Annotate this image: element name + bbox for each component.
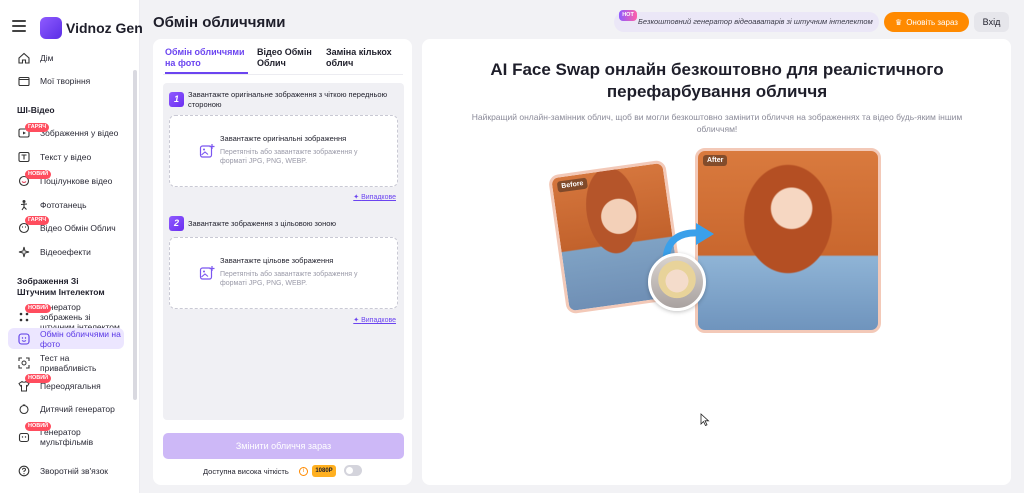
tab-multiple-face-swap[interactable]: Заміна кількох облич: [326, 47, 398, 69]
upgrade-label: Оновіть зараз: [906, 17, 958, 27]
upload-image-icon: [199, 266, 215, 280]
login-button[interactable]: Вхід: [974, 12, 1009, 32]
sidebar-item-label: Відеоефекти: [40, 247, 91, 257]
swap-face-button[interactable]: Змінити обличчя зараз: [163, 433, 404, 459]
home-icon: [17, 51, 31, 65]
sidebar-item-text-to-video[interactable]: Текст у відео: [8, 146, 124, 168]
sparkle-icon: [17, 245, 31, 259]
sidebar-item-photo-face-swap[interactable]: Обмін обличчями на фото: [8, 328, 124, 349]
step-1-title: Завантажте оригінальне зображення з чітк…: [188, 90, 388, 109]
target-image-dropzone[interactable]: Завантажте цільове зображення Перетягніт…: [169, 237, 398, 309]
sidebar-item-baby-generator[interactable]: Дитячий генератор: [8, 398, 124, 420]
step-2-number: 2: [169, 216, 184, 231]
crown-icon: ♛: [895, 17, 903, 27]
source-face-thumbnail: [648, 253, 706, 311]
mouse-cursor-icon: [700, 413, 710, 426]
sidebar-item-label: Зворотній зв'язок: [40, 466, 109, 476]
text-video-icon: [17, 150, 31, 164]
sidebar-item-attractiveness-test[interactable]: Тест на привабливість: [8, 352, 124, 374]
magic-wand-icon: ✦: [353, 317, 362, 324]
tab-divider: [163, 74, 403, 75]
active-tab-indicator: [165, 72, 248, 74]
sidebar-item-label: Тест на привабливість: [40, 353, 97, 373]
upgrade-button[interactable]: ♛ Оновіть зараз: [884, 12, 969, 32]
new-badge: НОВИЙ: [25, 374, 52, 383]
hot-tag: HOT: [619, 10, 637, 21]
random-example-link[interactable]: ✦ Випадкове: [353, 316, 396, 324]
hd-badge: 1080P: [312, 465, 336, 477]
new-badge: НОВИЙ: [25, 304, 52, 313]
sidebar-item-label: Зображення у відео: [40, 128, 119, 138]
new-badge: НОВИЙ: [25, 170, 52, 179]
sidebar-section-image: Зображення Зі Штучним Інтелектом: [17, 276, 105, 297]
promo-banner[interactable]: HOT Безкоштовний генератор відеоаватарів…: [614, 10, 879, 32]
step-1-number: 1: [169, 92, 184, 107]
after-label: After: [703, 155, 728, 166]
page-title: Обмін обличчями: [153, 14, 286, 31]
sidebar-item-label: Відео Обмін Облич: [40, 223, 116, 233]
random-example-link[interactable]: ✦ Випадкове: [353, 193, 396, 201]
step-2-title: Завантажте зображення з цільовою зоною: [188, 219, 337, 228]
cartoon-icon: [17, 430, 31, 444]
hot-badge: ГАРЯЧ: [25, 216, 50, 225]
info-icon[interactable]: i: [299, 467, 308, 476]
promo-text: Безкоштовний генератор відеоаватарів зі …: [638, 17, 873, 26]
baby-icon: [17, 402, 31, 416]
face-swap-icon: [17, 332, 31, 346]
sidebar-item-label: Фототанець: [40, 200, 87, 210]
sidebar-item-photo-dance[interactable]: Фототанець: [8, 194, 124, 216]
dropzone-description: Перетягніть або завантажте зображення у …: [220, 271, 358, 287]
random-example-label: Випадкове: [361, 317, 396, 324]
tab-photo-face-swap[interactable]: Обмін обличчями на фото: [165, 47, 250, 69]
hero-title: AI Face Swap онлайн безкоштовно для реал…: [490, 60, 944, 101]
dropzone-title: Завантажте оригінальні зображення: [220, 134, 347, 143]
dropzone-title: Завантажте цільове зображення: [220, 256, 334, 265]
hero-panel: AI Face Swap онлайн безкоштовно для реал…: [422, 39, 1011, 485]
dropzone-description: Перетягніть або завантажте зображення у …: [220, 149, 358, 165]
sidebar-item-label: Поцілункове відео: [40, 176, 113, 186]
hq-label: Доступна висока чіткість: [203, 467, 289, 476]
face-swap-panel: Обмін обличчями на фото Відео Обмін Обли…: [153, 39, 412, 485]
upload-image-icon: [199, 144, 215, 158]
after-image: After: [695, 148, 881, 333]
menu-icon[interactable]: [12, 20, 26, 32]
sidebar-item-label: Переодягальня: [40, 381, 101, 391]
hot-badge: ГАРЯЧ: [25, 123, 50, 132]
new-badge: НОВИЙ: [25, 422, 52, 431]
sidebar-section-video: ШІ-Відео: [17, 105, 55, 115]
tab-video-face-swap[interactable]: Відео Обмін Облич: [257, 47, 319, 69]
hd-toggle[interactable]: [344, 465, 362, 476]
before-label: Before: [556, 177, 589, 193]
help-icon: [17, 464, 31, 478]
dance-icon: [17, 198, 31, 212]
sidebar-item-label: Генератор мультфільмів: [40, 427, 94, 447]
original-image-dropzone[interactable]: Завантажте оригінальні зображення Перетя…: [169, 115, 398, 187]
magic-wand-icon: ✦: [353, 194, 362, 201]
sidebar-item-label: Дім: [40, 53, 54, 63]
sidebar-item-feedback[interactable]: Зворотній зв'язок: [8, 460, 124, 482]
folder-icon: [17, 74, 31, 88]
sidebar-item-label: Обмін обличчями на фото: [40, 328, 121, 349]
logo-text[interactable]: Vidnoz Gen: [66, 20, 143, 36]
sidebar-item-video-effects[interactable]: Відеоефекти: [8, 241, 124, 263]
upload-form: 1 Завантажте оригінальне зображення з чі…: [163, 83, 404, 420]
sidebar-scrollbar[interactable]: [133, 70, 137, 400]
random-example-label: Випадкове: [361, 194, 396, 201]
sidebar: Vidnoz Gen Дім Мої творіння ШІ-Відео Зоб…: [0, 0, 143, 493]
sidebar-item-label: Дитячий генератор: [40, 404, 115, 414]
sidebar-item-label: Мої творіння: [40, 76, 91, 86]
scan-face-icon: [17, 356, 31, 370]
sidebar-item-my-creations[interactable]: Мої творіння: [8, 70, 124, 92]
vidnoz-logo-icon[interactable]: [40, 17, 62, 39]
sidebar-item-home[interactable]: Дім: [8, 47, 124, 69]
sidebar-item-label: Текст у відео: [40, 152, 92, 162]
hero-subtitle: Найкращий онлайн-замінник облич, щоб ви …: [471, 112, 963, 134]
